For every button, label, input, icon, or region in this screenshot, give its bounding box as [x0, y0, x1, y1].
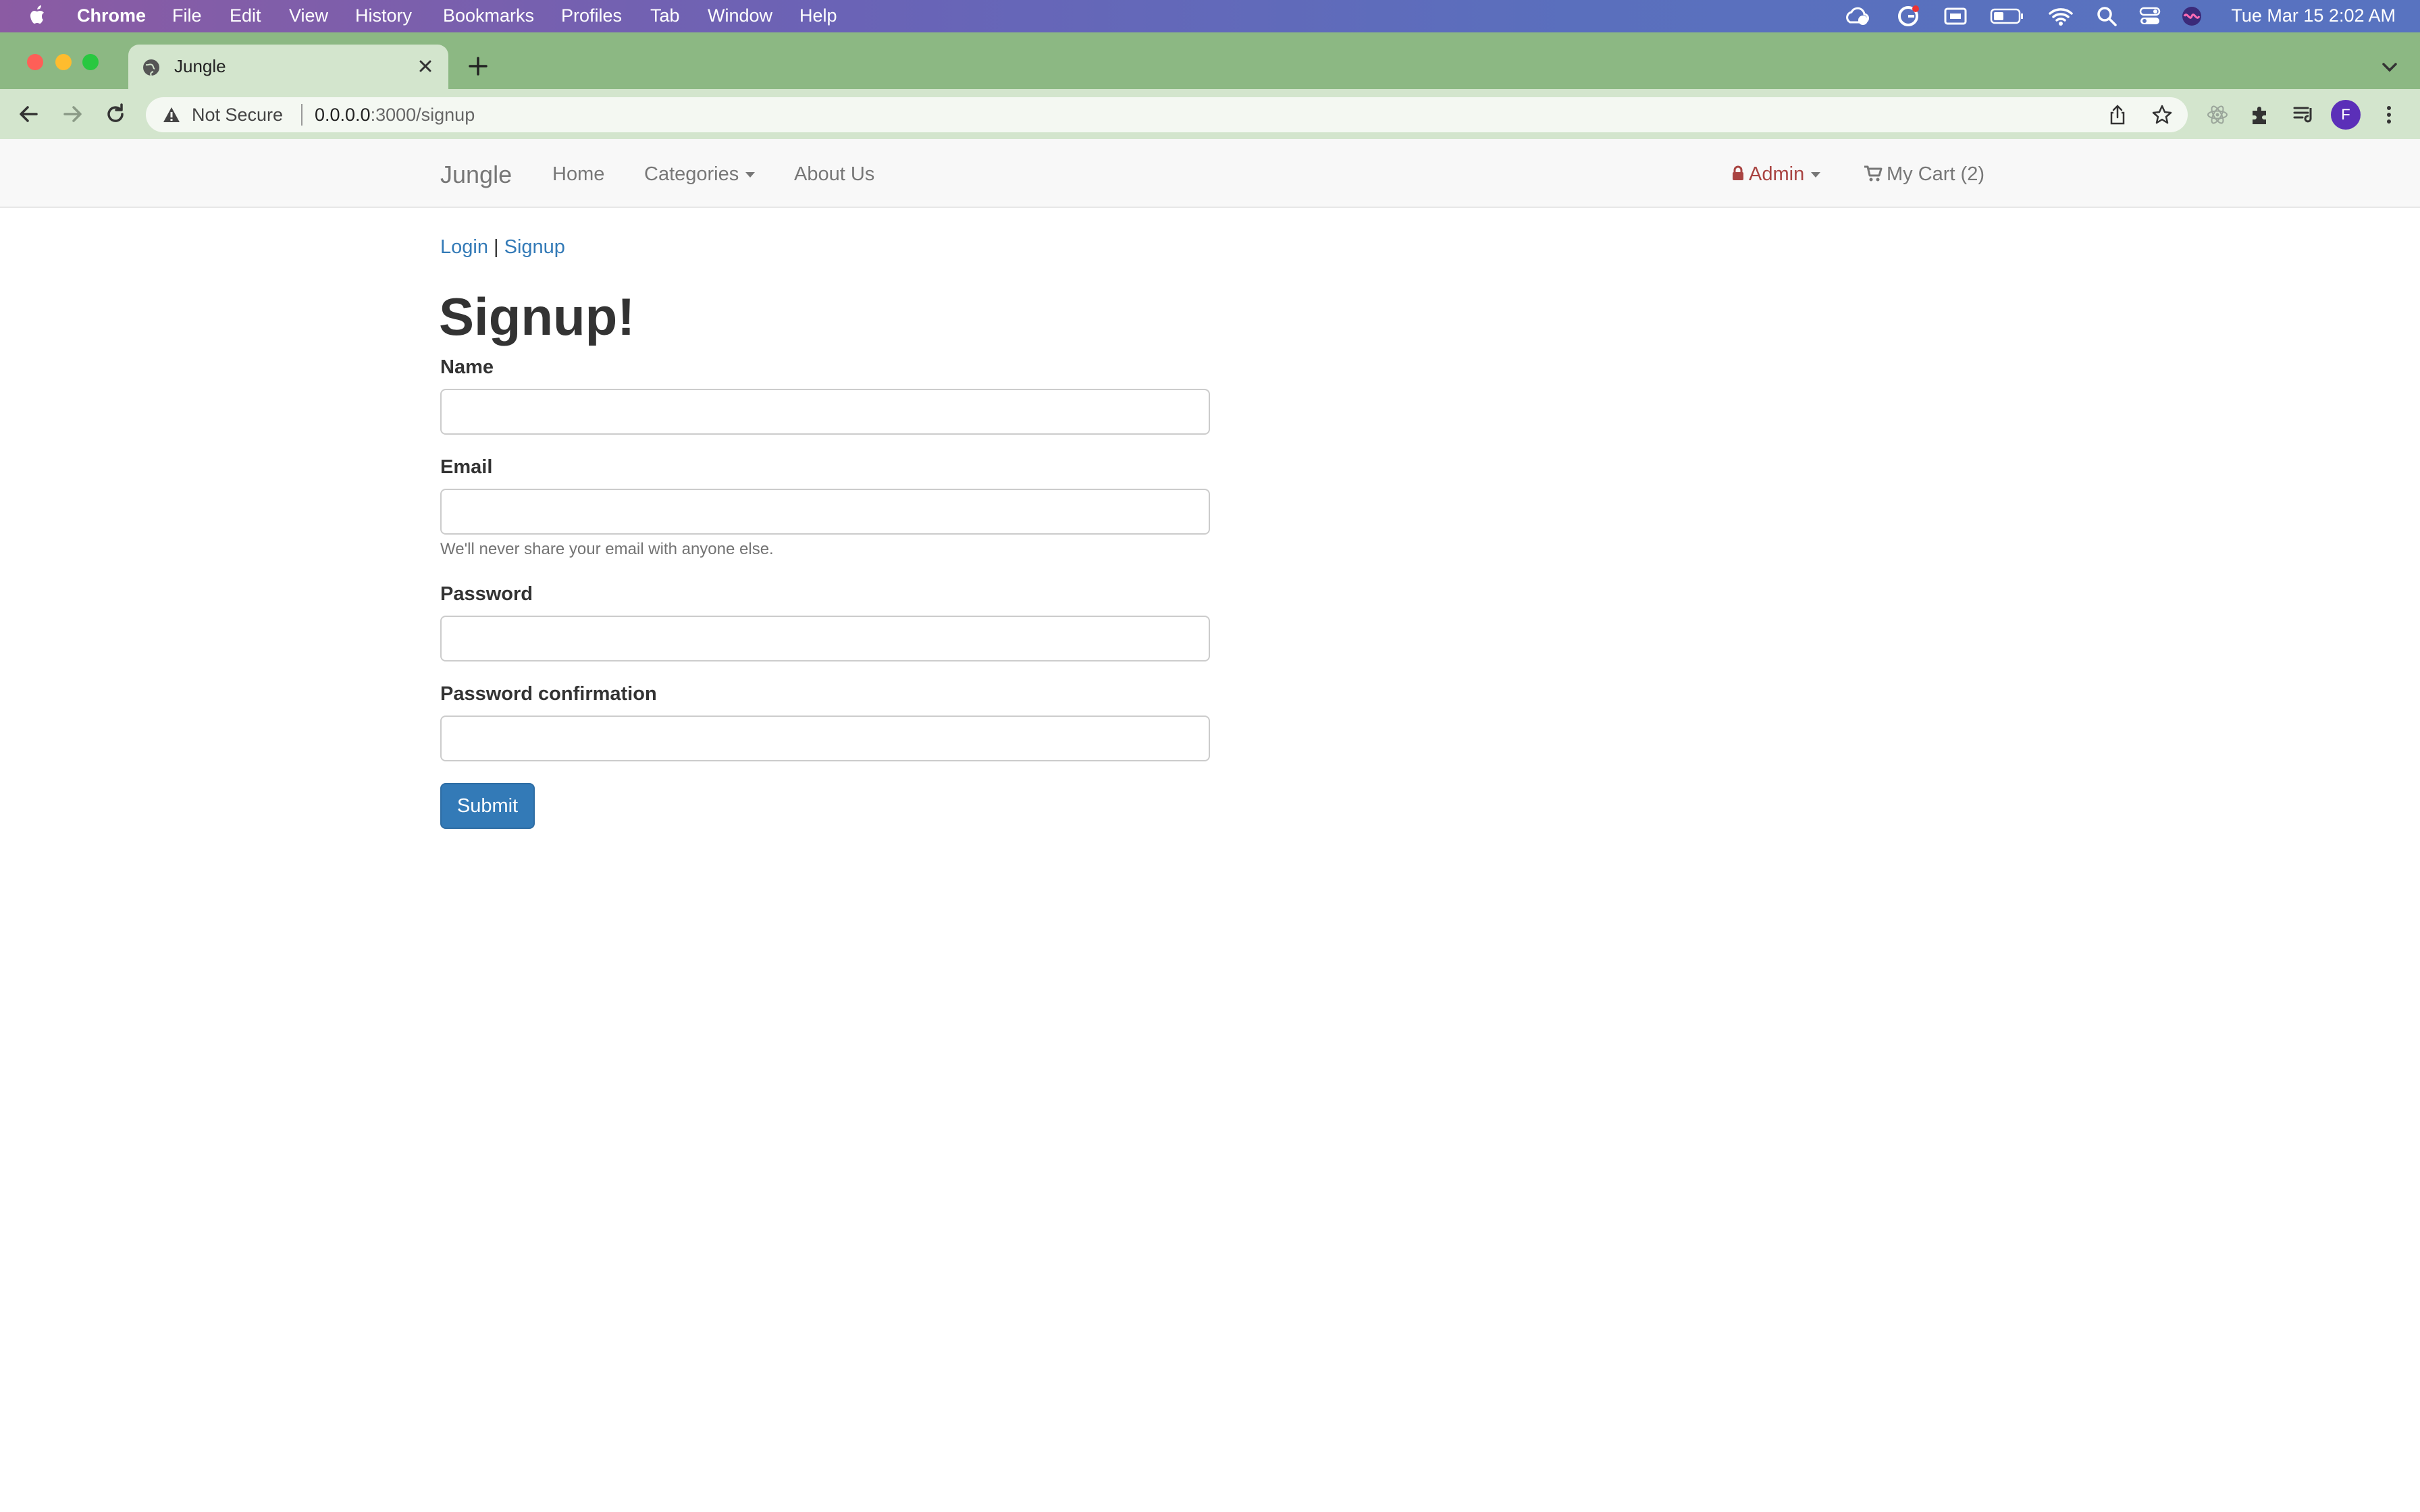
- url-path: :3000/signup: [370, 105, 475, 125]
- name-input[interactable]: [440, 389, 1210, 435]
- site-brand[interactable]: Jungle: [440, 161, 512, 189]
- menu-chrome[interactable]: Chrome: [77, 5, 146, 26]
- menu-file[interactable]: File: [172, 5, 202, 26]
- site-navbar: Jungle Home Categories About Us Admin My…: [0, 139, 2420, 208]
- menu-profiles[interactable]: Profiles: [561, 5, 622, 26]
- browser-tab-active[interactable]: Jungle: [128, 45, 448, 89]
- page-title: Signup!: [439, 287, 635, 346]
- window-zoom-button[interactable]: [82, 54, 99, 70]
- caret-down-icon: [745, 172, 756, 178]
- screen-mirroring-icon[interactable]: [1942, 4, 1969, 28]
- email-label: Email: [440, 456, 493, 478]
- login-link[interactable]: Login: [440, 236, 488, 258]
- nav-admin-dropdown[interactable]: Admin: [1731, 163, 1821, 186]
- lock-icon: [1733, 165, 1743, 180]
- control-center-icon[interactable]: [2136, 4, 2163, 28]
- creative-cloud-icon[interactable]: [1842, 4, 1872, 28]
- share-icon[interactable]: [2107, 104, 2128, 126]
- react-devtools-icon[interactable]: [2204, 101, 2231, 128]
- shopping-cart-icon: [1864, 165, 1883, 182]
- tab-title: Jungle: [174, 56, 226, 76]
- window-minimize-button[interactable]: [55, 54, 72, 70]
- kebab-menu-icon[interactable]: [2375, 101, 2402, 128]
- nav-admin-label: Admin: [1749, 163, 1805, 185]
- extensions-puzzle-icon[interactable]: [2247, 101, 2274, 128]
- menu-window[interactable]: Window: [708, 5, 772, 26]
- url-host: 0.0.0.0: [315, 105, 371, 125]
- password-confirmation-label: Password confirmation: [440, 683, 657, 705]
- macos-menu-bar: Chrome File Edit View History Bookmarks …: [0, 0, 2420, 32]
- signup-link[interactable]: Signup: [504, 236, 565, 258]
- menu-help[interactable]: Help: [799, 5, 837, 26]
- forward-arrow-icon[interactable]: [59, 101, 85, 127]
- menubar-clock[interactable]: Tue Mar 15 2:02 AM: [2231, 5, 2396, 26]
- menu-history[interactable]: History: [355, 5, 412, 26]
- nav-categories-dropdown[interactable]: Categories: [644, 163, 756, 186]
- grammarly-icon[interactable]: [1895, 4, 1922, 28]
- omnibox-divider: [301, 104, 302, 126]
- nav-home[interactable]: Home: [552, 163, 604, 186]
- password-label: Password: [440, 583, 533, 605]
- profile-avatar[interactable]: F: [2331, 100, 2361, 130]
- menu-tab[interactable]: Tab: [650, 5, 680, 26]
- name-label: Name: [440, 356, 494, 378]
- password-input[interactable]: [440, 616, 1210, 662]
- bookmark-star-icon[interactable]: [2151, 104, 2173, 126]
- nav-cart-label: My Cart (2): [1887, 163, 1984, 185]
- apple-logo-icon[interactable]: [27, 3, 47, 28]
- nav-cart[interactable]: My Cart (2): [1864, 163, 1984, 186]
- caret-down-icon: [1811, 172, 1821, 178]
- close-tab-icon[interactable]: [415, 55, 436, 77]
- window-close-button[interactable]: [27, 54, 43, 70]
- new-tab-plus-icon[interactable]: [466, 54, 490, 78]
- email-help-text: We'll never share your email with anyone…: [440, 540, 774, 558]
- nav-about[interactable]: About Us: [794, 163, 874, 186]
- globe-icon: [143, 59, 159, 76]
- menu-edit[interactable]: Edit: [230, 5, 261, 26]
- menu-view[interactable]: View: [289, 5, 328, 26]
- email-input[interactable]: [440, 489, 1210, 535]
- back-arrow-icon[interactable]: [16, 101, 42, 127]
- auth-links: Login | Signup: [440, 236, 565, 259]
- reload-icon[interactable]: [103, 101, 128, 127]
- media-playlist-icon[interactable]: [2290, 101, 2317, 128]
- address-bar[interactable]: Not Secure 0.0.0.0:3000/signup: [146, 97, 2188, 132]
- password-confirmation-input[interactable]: [440, 716, 1210, 761]
- warning-triangle-icon[interactable]: [162, 106, 181, 124]
- menu-bookmarks[interactable]: Bookmarks: [443, 5, 534, 26]
- nav-categories-label: Categories: [644, 163, 739, 185]
- url-text[interactable]: 0.0.0.0:3000/signup: [315, 105, 475, 126]
- wifi-icon[interactable]: [2047, 4, 2074, 28]
- spotlight-search-icon[interactable]: [2093, 4, 2120, 28]
- siri-icon[interactable]: [2178, 4, 2205, 28]
- chevron-down-icon[interactable]: [2379, 57, 2400, 77]
- web-page: Jungle Home Categories About Us Admin My…: [0, 139, 2420, 1512]
- auth-links-separator: |: [494, 236, 499, 258]
- submit-button[interactable]: Submit: [440, 783, 535, 829]
- battery-icon[interactable]: [1989, 4, 2024, 28]
- not-secure-label[interactable]: Not Secure: [192, 105, 283, 126]
